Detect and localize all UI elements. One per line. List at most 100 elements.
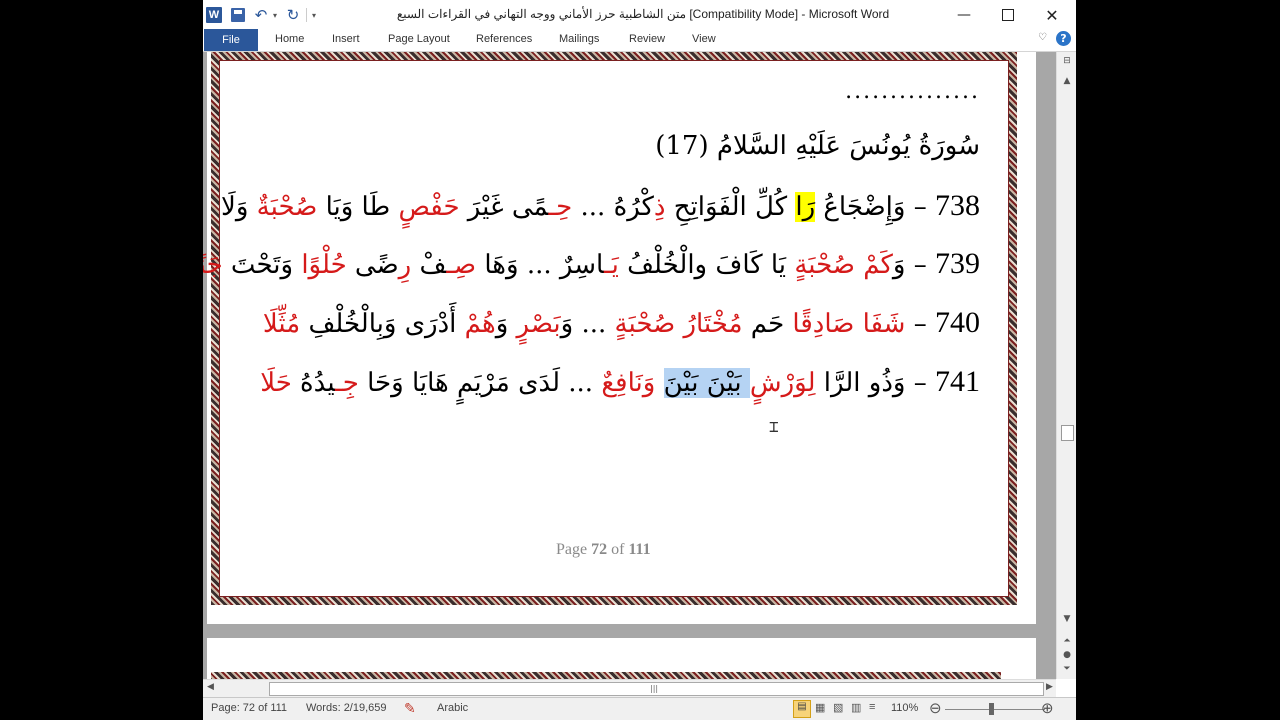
page-label: Page bbox=[556, 541, 592, 558]
verse-text: كُلِّ الْفَوَاتِحِ bbox=[665, 192, 796, 222]
tab-file[interactable]: File bbox=[204, 29, 258, 51]
reader-code: صِـ bbox=[446, 250, 477, 280]
reader-code: شَفَا bbox=[862, 309, 906, 339]
document-workspace: ............... سُورَةُ يُونُسَ عَلَيْهِ… bbox=[203, 52, 1056, 679]
ribbon-collapse-icon[interactable]: ♡ bbox=[1038, 32, 1047, 43]
reader-code: جَنًى حَلَا bbox=[203, 250, 223, 280]
verse-text: وَلَا bbox=[221, 192, 257, 222]
zoom-level[interactable]: 110% bbox=[891, 702, 918, 714]
web-layout-view-button[interactable]: ▧ bbox=[833, 701, 843, 714]
tab-references[interactable]: References bbox=[476, 33, 532, 45]
word-app-icon[interactable]: W bbox=[206, 7, 222, 23]
page-count-status[interactable]: Page: 72 of 111 bbox=[211, 702, 287, 714]
browse-object-button[interactable]: ● bbox=[1060, 650, 1074, 660]
zoom-out-icon[interactable]: ⊖ bbox=[929, 699, 942, 717]
help-icon[interactable]: ? bbox=[1056, 31, 1071, 46]
verse-text: يدُهُ bbox=[291, 368, 336, 398]
highlighted-text: رَا bbox=[795, 192, 816, 222]
scroll-left-button[interactable]: ◀ bbox=[207, 682, 214, 692]
zoom-slider-track[interactable] bbox=[945, 709, 1045, 710]
verse-number: 740 bbox=[935, 306, 980, 339]
close-button[interactable]: ✕ bbox=[1030, 0, 1074, 30]
language-status[interactable]: Arabic bbox=[437, 702, 468, 714]
save-icon[interactable] bbox=[231, 8, 245, 22]
reader-code: حِـ bbox=[548, 192, 573, 222]
window-title: متن الشاطبية حرز الأماني ووجه التهاني في… bbox=[396, 7, 890, 21]
page-current: 72 bbox=[591, 541, 608, 558]
reader-code: هُمْ bbox=[464, 309, 496, 339]
reader-code: جِـ bbox=[335, 368, 359, 398]
horizontal-scrollbar[interactable]: ◀ ||| ▶ bbox=[203, 679, 1056, 697]
verse-text: – bbox=[905, 309, 935, 339]
tab-home[interactable]: Home bbox=[275, 33, 304, 45]
page-content-area[interactable]: ............... سُورَةُ يُونُسَ عَلَيْهِ… bbox=[203, 60, 1009, 597]
print-layout-view-button[interactable]: ▤ bbox=[793, 700, 811, 718]
previous-page-button[interactable]: ⏶ bbox=[1060, 636, 1074, 646]
horizontal-scroll-thumb[interactable]: ||| bbox=[269, 682, 1044, 696]
next-document-page bbox=[207, 638, 1036, 679]
outline-view-button[interactable]: ▥ bbox=[851, 701, 861, 714]
verse-741: 741 – وَذُو الرَّا لِوَرْشٍ بَيْنَ بَيْن… bbox=[260, 365, 980, 399]
maximize-icon bbox=[1002, 9, 1014, 21]
verse-text: يَا كَافَ والْخُلْفُ bbox=[618, 250, 795, 280]
verse-text: كْرُهُ ... bbox=[572, 192, 654, 222]
word-count-status[interactable]: Words: 2/19,659 bbox=[306, 702, 387, 714]
tab-mailings[interactable]: Mailings bbox=[559, 33, 599, 45]
undo-icon[interactable]: ↶ bbox=[253, 6, 269, 24]
page-of-label: of bbox=[607, 541, 629, 558]
verse-739: 739 – وَكَمْ صُحْبَةٍ يَا كَافَ والْخُلْ… bbox=[203, 247, 980, 281]
page-total: 111 bbox=[628, 541, 651, 558]
customize-toolbar-icon[interactable]: ▾ bbox=[309, 6, 319, 24]
next-page-button[interactable]: ⏷ bbox=[1060, 664, 1074, 674]
verse-text: فْ bbox=[411, 250, 447, 280]
reader-code: بَصْرٍ bbox=[516, 309, 561, 339]
verse-text: ... وَ bbox=[560, 309, 615, 339]
word-window: W ↶ ▾ ↻ ▾ متن الشاطبية حرز الأماني ووجه … bbox=[203, 0, 1076, 720]
reader-code: لِوَرْشٍ bbox=[749, 368, 816, 398]
reader-code: حُلْوًا bbox=[301, 250, 347, 280]
verse-text: – وَذُو الرَّا bbox=[815, 368, 935, 398]
verse-738: 738 – وَإِضْجَاعُ رَا كُلِّ الْفَوَاتِحِ… bbox=[221, 189, 980, 223]
reader-code: حَلَا bbox=[260, 368, 292, 398]
proofing-icon[interactable]: ✎ bbox=[404, 700, 416, 717]
reader-code: مُثِّلَا bbox=[262, 309, 301, 339]
status-bar: Page: 72 of 111 Words: 2/19,659 ✎ Arabic… bbox=[203, 697, 1076, 720]
document-page: ............... سُورَةُ يُونُسَ عَلَيْهِ… bbox=[203, 52, 1036, 624]
verse-text: وَ bbox=[495, 309, 517, 339]
verse-number: 739 bbox=[935, 247, 980, 280]
verse-text bbox=[854, 309, 862, 339]
scroll-right-button[interactable]: ▶ bbox=[1046, 682, 1053, 692]
verse-number: 741 bbox=[935, 365, 980, 398]
scroll-up-button[interactable]: ▲ bbox=[1060, 76, 1074, 86]
verse-text: ... لَدَى مَرْيَمٍ هَايَا وَحَا bbox=[358, 368, 602, 398]
ruler-toggle-icon[interactable]: ⊟ bbox=[1060, 56, 1074, 66]
reader-code: رِ bbox=[398, 250, 412, 280]
toolbar-divider bbox=[306, 8, 307, 22]
zoom-slider-thumb[interactable] bbox=[989, 703, 994, 715]
verse-text: – وَ bbox=[892, 250, 935, 280]
redo-icon[interactable]: ↻ bbox=[285, 6, 301, 24]
reader-code: ذِ bbox=[653, 192, 666, 222]
tab-view[interactable]: View bbox=[692, 33, 716, 45]
draft-view-button[interactable]: ≡ bbox=[869, 701, 875, 713]
tab-review[interactable]: Review bbox=[629, 33, 665, 45]
maximize-button[interactable] bbox=[986, 0, 1030, 30]
tab-page-layout[interactable]: Page Layout bbox=[388, 33, 450, 45]
full-screen-reading-view-button[interactable]: ▦ bbox=[815, 701, 825, 714]
verse-text: ضًى bbox=[346, 250, 399, 280]
tab-insert[interactable]: Insert bbox=[332, 33, 360, 45]
scroll-down-button[interactable]: ▼ bbox=[1060, 614, 1074, 624]
vertical-scroll-thumb[interactable] bbox=[1061, 425, 1074, 441]
selected-text[interactable]: بَيْنَ بَيْنَ bbox=[663, 368, 750, 398]
vertical-scrollbar[interactable]: ⊟ ▲ ▼ ⏶ ● ⏷ bbox=[1056, 52, 1076, 679]
undo-dropdown-icon[interactable]: ▾ bbox=[271, 6, 279, 24]
verse-text: أَدْرَى وَبِالْخُلْفِ bbox=[300, 309, 465, 339]
zoom-in-icon[interactable]: ⊕ bbox=[1041, 699, 1054, 717]
reader-code: حَفْصٍ bbox=[398, 192, 460, 222]
grip-icon: ||| bbox=[650, 684, 659, 693]
minimize-button[interactable]: — bbox=[942, 0, 986, 30]
verse-740: 740 – شَفَا صَادِقًا حَم مُخْتَارُ صُحْب… bbox=[263, 306, 980, 340]
reader-code: كَمْ صُحْبَةٍ bbox=[794, 250, 893, 280]
verse-number: 738 bbox=[935, 189, 980, 222]
verse-text: وَتَحْتَ bbox=[222, 250, 302, 280]
